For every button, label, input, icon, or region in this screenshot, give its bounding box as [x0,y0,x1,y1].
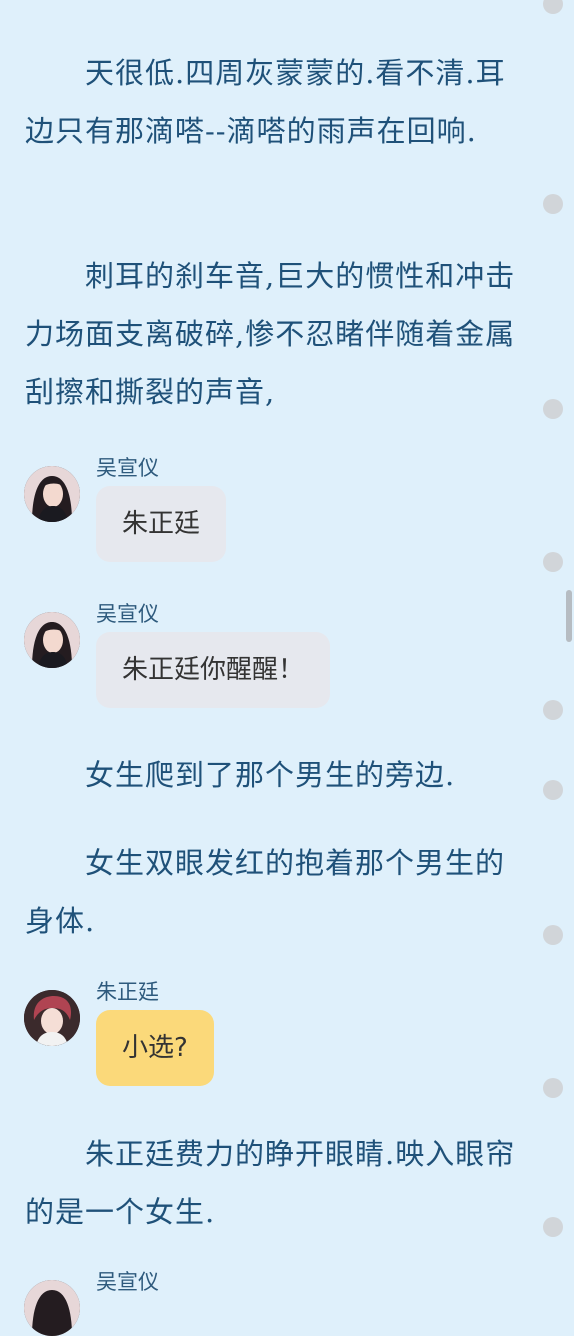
avatar[interactable] [24,1280,80,1336]
comment-dot[interactable] [543,399,563,419]
avatar[interactable] [24,990,80,1046]
comment-dot[interactable] [543,1217,563,1237]
scrollbar[interactable] [566,590,572,642]
chat-bubble[interactable]: 朱正廷 [96,486,227,562]
comment-dot[interactable] [543,925,563,945]
comment-dot[interactable] [543,1078,563,1098]
comment-dot[interactable] [543,780,563,800]
comment-dot[interactable] [543,552,563,572]
comment-dot[interactable] [543,700,563,720]
sender-name: 吴宣仪 [96,602,159,626]
narration-paragraph: 女生双眼发红的抱着那个男生的身体. [25,846,506,938]
sender-name: 吴宣仪 [96,1270,159,1294]
narration-paragraph: 刺耳的刹车音,巨大的惯性和冲击力场面支离破碎,惨不忍睹伴随着金属刮擦和撕裂的声音… [25,259,516,409]
narration-paragraph: 天很低.四周灰蒙蒙的.看不清.耳边只有那滴嗒--滴嗒的雨声在回响. [25,56,506,148]
comment-dot[interactable] [543,0,563,14]
avatar[interactable] [24,466,80,522]
chat-bubble[interactable]: 朱正廷你醒醒！ [96,632,331,708]
chat-bubble[interactable]: 小选? [96,1010,214,1086]
sender-name: 朱正廷 [96,980,159,1004]
narration-paragraph: 朱正廷费力的睁开眼睛.映入眼帘的是一个女生. [25,1137,516,1229]
avatar[interactable] [24,612,80,668]
narration-paragraph: 女生爬到了那个男生的旁边. [25,758,456,792]
comment-dot[interactable] [543,194,563,214]
sender-name: 吴宣仪 [96,456,159,480]
